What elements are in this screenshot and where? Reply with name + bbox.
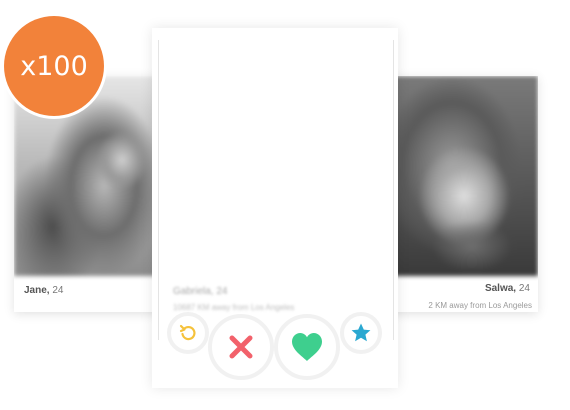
like-button[interactable] bbox=[274, 314, 340, 380]
x-icon bbox=[229, 335, 253, 359]
profile-distance: 2 KM away from Los Angeles bbox=[428, 301, 532, 310]
profile-photo-placeholder: Gabriela, 24 10687 KM away from Los Ange… bbox=[158, 40, 394, 340]
profile-name: Gabriela, 24 bbox=[173, 286, 228, 297]
heart-icon bbox=[292, 333, 322, 361]
profile-name: Jane, bbox=[24, 285, 50, 296]
profile-photo bbox=[382, 76, 538, 276]
profile-age: 24 bbox=[52, 285, 64, 296]
profile-name-row: Salwa, 24 bbox=[485, 283, 530, 294]
profile-card-right[interactable]: Salwa, 24 2 KM away from Los Angeles bbox=[382, 76, 538, 312]
profile-distance: 10687 KM away from Los Angeles bbox=[173, 303, 295, 312]
profile-name-row: Jane, 24 bbox=[24, 285, 63, 296]
swipe-stage: Jane, 24 Salwa, 24 2 KM away from Los An… bbox=[0, 0, 570, 410]
star-icon bbox=[351, 323, 371, 342]
undo-icon bbox=[179, 324, 196, 341]
multiplier-badge: x100 bbox=[4, 16, 104, 116]
profile-age: 24 bbox=[518, 283, 530, 294]
nope-button[interactable] bbox=[208, 314, 274, 380]
undo-button[interactable] bbox=[167, 312, 209, 354]
profile-name: Salwa, bbox=[484, 283, 517, 294]
super-like-button[interactable] bbox=[340, 312, 382, 354]
